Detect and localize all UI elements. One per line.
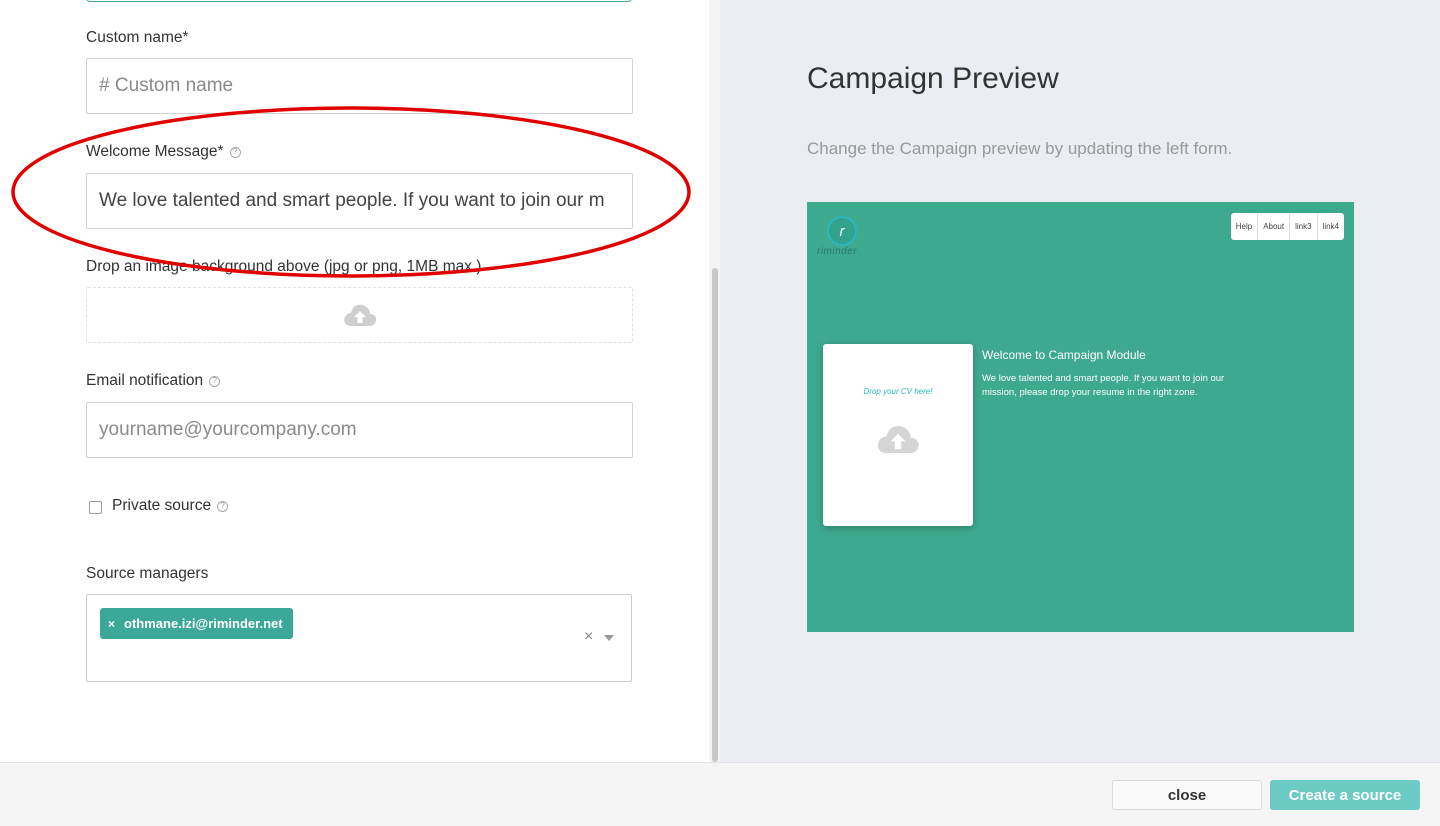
- welcome-message-input[interactable]: We love talented and smart people. If yo…: [86, 173, 633, 229]
- source-managers-select[interactable]: × othmane.izi@riminder.net ×: [86, 594, 632, 682]
- custom-name-input[interactable]: # Custom name: [86, 58, 633, 114]
- campaign-preview-mock: r riminder Help About link3 link4 Drop y…: [807, 202, 1354, 632]
- mock-cv-dropzone: Drop your CV here!: [823, 344, 973, 526]
- source-managers-label: Source managers: [86, 565, 208, 583]
- email-notification-label: Email notification ?: [86, 372, 221, 390]
- tag-remove-icon[interactable]: ×: [108, 617, 115, 631]
- chevron-down-icon[interactable]: [604, 635, 614, 641]
- mock-welcome-title: Welcome to Campaign Module: [982, 348, 1146, 362]
- previous-field-edge[interactable]: [86, 0, 632, 2]
- clear-selection-icon[interactable]: ×: [584, 628, 593, 646]
- logo-text: riminder: [817, 246, 858, 257]
- source-managers-label-text: Source managers: [86, 565, 209, 582]
- mock-nav-help: Help: [1231, 213, 1259, 240]
- question-circle-icon[interactable]: ?: [209, 375, 221, 387]
- welcome-message-label: Welcome Message* ?: [86, 143, 241, 161]
- mock-welcome-body: We love talented and smart people. If yo…: [982, 373, 1225, 398]
- cloud-upload-icon: [877, 425, 919, 454]
- image-background-label: Drop an image background above (jpg or p…: [86, 258, 481, 276]
- preview-panel: Campaign Preview Change the Campaign pre…: [720, 0, 1440, 762]
- custom-name-label-text: Custom name*: [86, 29, 189, 46]
- welcome-message-label-text: Welcome Message*: [86, 143, 224, 160]
- source-form-panel: Custom name* # Custom name Welcome Messa…: [0, 0, 720, 762]
- manager-tag-label: othmane.izi@riminder.net: [124, 616, 283, 631]
- manager-tag: × othmane.izi@riminder.net: [100, 608, 293, 639]
- create-source-button[interactable]: Create a source: [1270, 780, 1420, 810]
- riminder-logo: r riminder: [817, 216, 867, 260]
- email-notification-input[interactable]: yourname@yourcompany.com: [86, 402, 633, 458]
- question-circle-icon[interactable]: ?: [217, 500, 229, 512]
- cloud-upload-icon: [343, 304, 376, 326]
- mock-nav: Help About link3 link4: [1230, 213, 1344, 240]
- private-source-label-text[interactable]: Private source: [112, 497, 211, 515]
- mock-drop-text: Drop your CV here!: [863, 387, 933, 396]
- question-circle-icon[interactable]: ?: [229, 146, 241, 158]
- mock-nav-about: About: [1258, 213, 1291, 240]
- preview-subtitle: Change the Campaign preview by updating …: [807, 139, 1233, 158]
- custom-name-label: Custom name*: [86, 29, 189, 47]
- email-notification-label-text: Email notification: [86, 372, 204, 389]
- preview-title: Campaign Preview: [807, 62, 1059, 95]
- close-button[interactable]: close: [1112, 780, 1262, 810]
- mock-nav-link3: link3: [1290, 213, 1318, 240]
- mock-nav-link4: link4: [1322, 222, 1339, 231]
- scrollbar-thumb[interactable]: [712, 268, 718, 762]
- modal-footer: close Create a source: [0, 762, 1440, 826]
- private-source-checkbox[interactable]: [89, 501, 102, 514]
- image-background-dropzone[interactable]: [86, 287, 633, 343]
- logo-mark: r: [827, 216, 857, 246]
- private-source-label: Private source ?: [112, 497, 229, 515]
- image-background-label-text: Drop an image background above (jpg or p…: [86, 258, 482, 275]
